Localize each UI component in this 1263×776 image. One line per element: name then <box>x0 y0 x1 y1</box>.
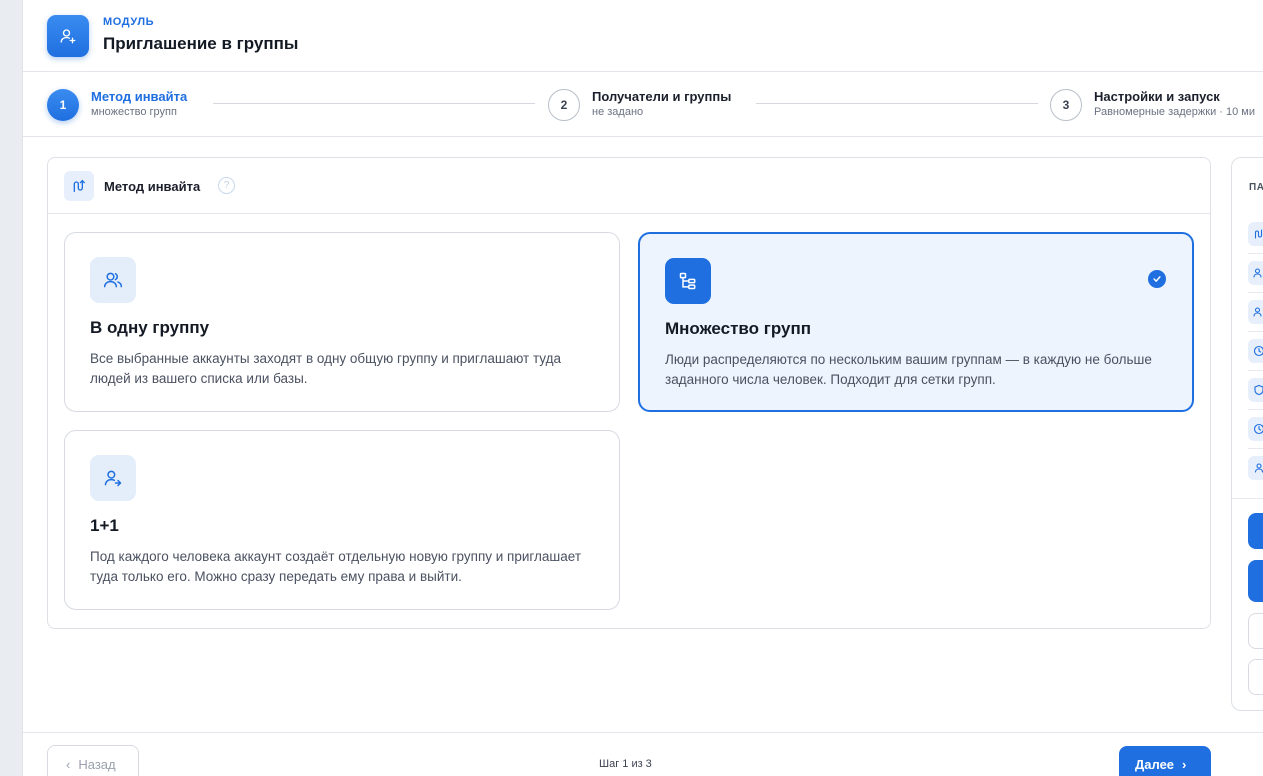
stepper: 1 Метод инвайта множество групп 2 Получа… <box>23 72 1263 137</box>
route-icon[interactable] <box>1248 222 1263 246</box>
method-card: Метод инвайта ? В одну группу Все выбран… <box>47 157 1211 629</box>
side-primary-button[interactable] <box>1248 513 1263 549</box>
user-icon[interactable] <box>1248 456 1263 480</box>
option-one-plus-one[interactable]: 1+1 Под каждого человека аккаунт создаёт… <box>64 430 620 610</box>
method-card-title: Метод инвайта <box>104 179 201 194</box>
clock-icon[interactable] <box>1248 417 1263 441</box>
users-icon[interactable] <box>1248 261 1263 285</box>
step-connector <box>213 103 535 104</box>
divider <box>1248 370 1263 371</box>
back-button-label: Назад <box>78 757 116 772</box>
side-secondary-button[interactable] <box>1248 613 1263 649</box>
users-icon <box>90 257 136 303</box>
back-button[interactable]: ‹ Назад <box>47 745 139 776</box>
hierarchy-icon <box>665 258 711 304</box>
help-icon[interactable]: ? <box>218 177 235 194</box>
shield-icon[interactable] <box>1248 378 1263 402</box>
next-button-label: Далее <box>1135 757 1175 772</box>
user-plus-icon <box>47 15 89 57</box>
option-single-group[interactable]: В одну группу Все выбранные аккаунты зах… <box>64 232 620 412</box>
step-subtitle-2: не задано <box>592 106 644 118</box>
check-icon <box>1148 270 1166 288</box>
option-title: 1+1 <box>90 516 119 535</box>
step-connector <box>756 103 1038 104</box>
step-number-2: 2 <box>548 89 580 121</box>
route-icon <box>64 171 94 201</box>
option-title: В одну группу <box>90 318 210 337</box>
option-description: Все выбранные аккаунты заходят в одну об… <box>90 351 561 386</box>
divider <box>1232 498 1263 499</box>
method-card-header: Метод инвайта ? <box>48 158 1210 214</box>
side-secondary-button[interactable] <box>1248 659 1263 695</box>
divider <box>1248 331 1263 332</box>
divider <box>1248 409 1263 410</box>
divider <box>1248 292 1263 293</box>
side-primary-button[interactable] <box>1248 560 1263 602</box>
chevron-left-icon: ‹ <box>66 757 71 772</box>
divider <box>1248 448 1263 449</box>
step-counter: Шаг 1 из 3 <box>599 758 652 770</box>
option-description: Под каждого человека аккаунт создаёт отд… <box>90 549 582 584</box>
step-number-1: 1 <box>47 89 79 121</box>
step-title-1: Метод инвайта <box>91 89 188 104</box>
page-title: Приглашение в группы <box>103 34 299 53</box>
footer-bar: ‹ Назад Шаг 1 из 3 Далее › <box>23 732 1263 776</box>
side-panel-label: ПА <box>1249 182 1263 193</box>
step-title-2: Получатели и группы <box>592 89 732 104</box>
step-subtitle-3: Равномерные задержки · 10 ми <box>1094 106 1255 118</box>
option-title: Множество групп <box>665 319 811 338</box>
divider <box>1248 253 1263 254</box>
module-kicker: МОДУЛЬ <box>103 16 155 28</box>
clock-icon[interactable] <box>1248 339 1263 363</box>
next-button[interactable]: Далее › <box>1119 746 1211 776</box>
step-number-3: 3 <box>1050 89 1082 121</box>
module-header: МОДУЛЬ Приглашение в группы <box>23 0 1263 72</box>
option-many-groups[interactable]: Множество групп Люди распределяются по н… <box>638 232 1194 412</box>
step-subtitle-1: множество групп <box>91 106 177 118</box>
side-panel: ПА <box>1231 157 1263 711</box>
step-title-3: Настройки и запуск <box>1094 89 1220 104</box>
app-window: МОДУЛЬ Приглашение в группы 1 Метод инва… <box>22 0 1263 776</box>
user-arrow-icon <box>90 455 136 501</box>
option-description: Люди распределяются по нескольким вашим … <box>665 352 1152 387</box>
users-icon[interactable] <box>1248 300 1263 324</box>
chevron-right-icon: › <box>1182 757 1187 772</box>
